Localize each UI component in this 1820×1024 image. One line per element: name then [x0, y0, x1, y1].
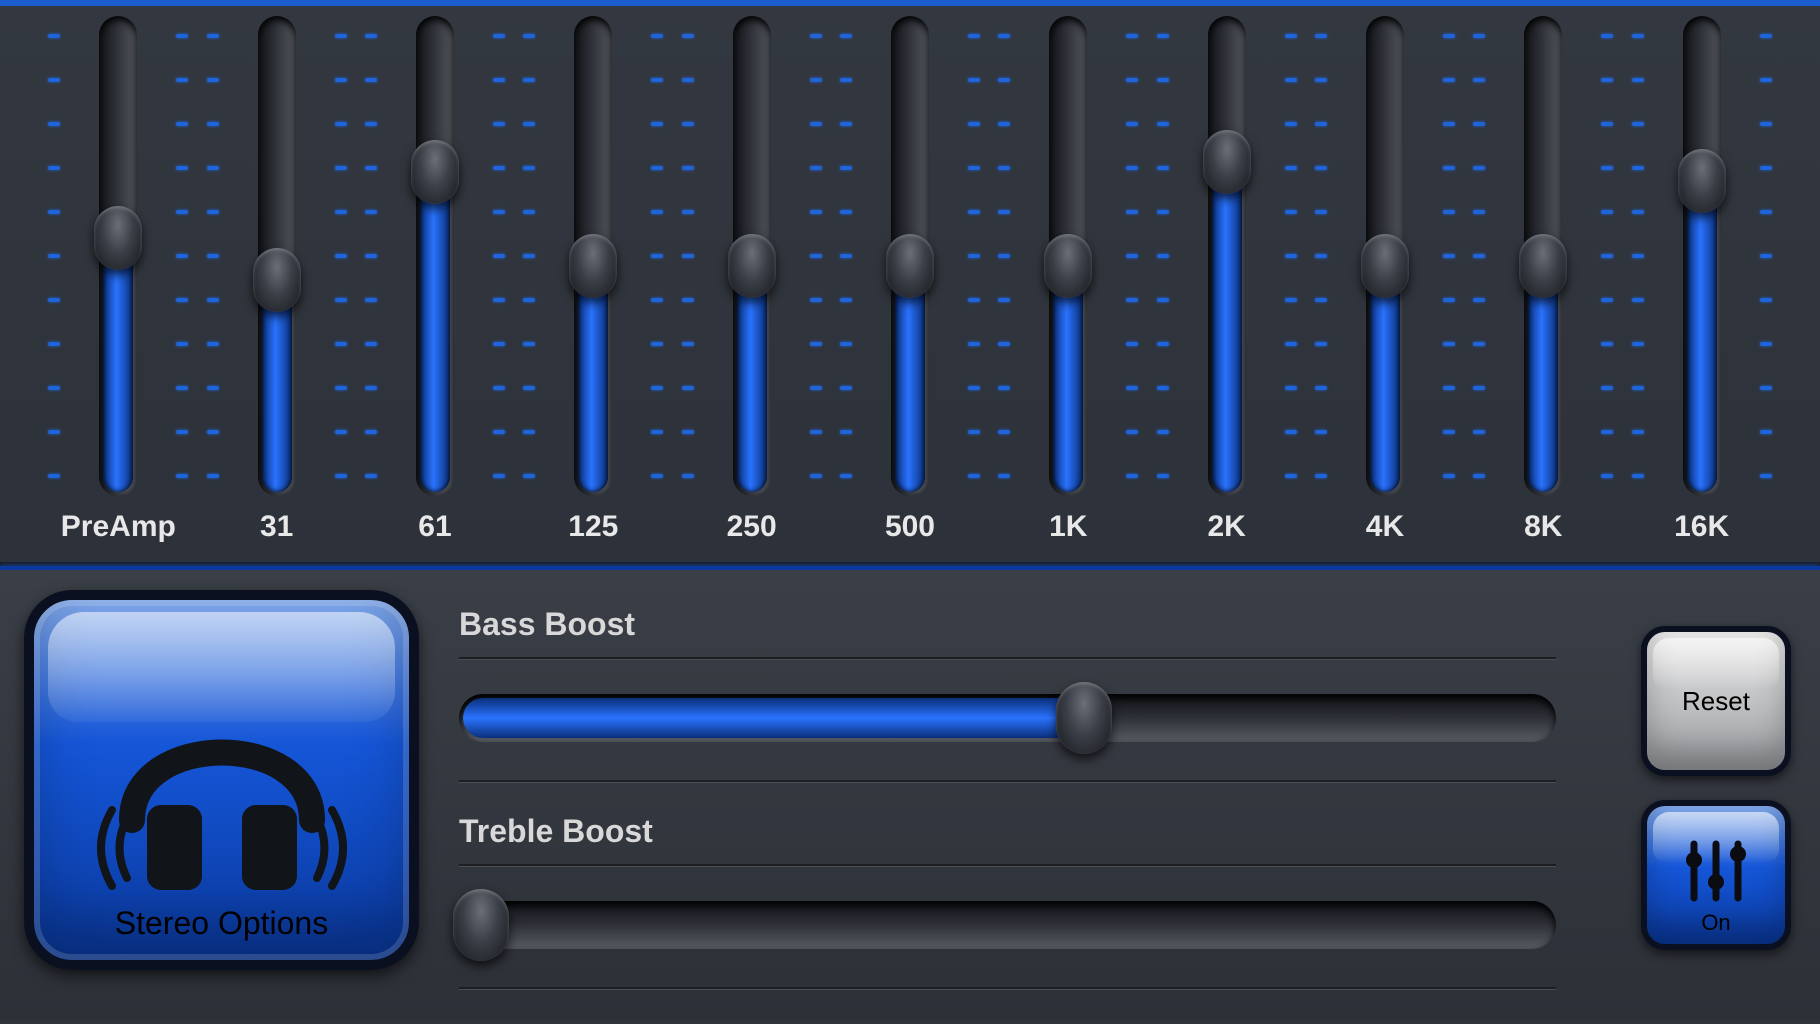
eq-slider-thumb[interactable]	[569, 234, 617, 298]
eq-band-label: 500	[885, 510, 935, 544]
eq-band-2k: 2K	[1157, 16, 1297, 562]
eq-band-8k: 8K	[1473, 16, 1613, 562]
eq-band-label: 8K	[1524, 510, 1562, 544]
gloss-overlay	[1653, 638, 1779, 688]
sliders-icon	[1676, 830, 1756, 910]
treble-boost-slider[interactable]	[459, 901, 1556, 949]
bass-boost-slider[interactable]	[459, 694, 1556, 742]
side-buttons: Reset On	[1636, 590, 1796, 1000]
eq-slider-thumb[interactable]	[1044, 234, 1092, 298]
eq-slider-fill	[1212, 152, 1242, 492]
eq-band-125: 125	[523, 16, 663, 562]
eq-band-16k: 16K	[1632, 16, 1772, 562]
eq-band-label: 250	[727, 510, 777, 544]
eq-slider[interactable]	[258, 16, 296, 496]
eq-slider[interactable]	[891, 16, 929, 496]
stereo-options-label: Stereo Options	[115, 905, 328, 942]
eq-slider[interactable]	[1049, 16, 1087, 496]
eq-band-preamp: PreAmp	[48, 16, 188, 562]
eq-slider-thumb[interactable]	[1519, 234, 1567, 298]
eq-slider[interactable]	[416, 16, 454, 496]
eq-band-label: PreAmp	[61, 510, 176, 544]
equalizer-panel: PreAmp 31 61 125 250 500 1K 2K 4K 8K 16K	[0, 6, 1820, 566]
eq-band-250: 250	[682, 16, 822, 562]
eq-band-label: 16K	[1674, 510, 1729, 544]
boost-controls: Bass Boost Treble Boost	[459, 590, 1596, 1000]
treble-boost-thumb[interactable]	[453, 889, 509, 961]
eq-slider-thumb[interactable]	[253, 248, 301, 312]
eq-band-label: 61	[418, 510, 451, 544]
eq-band-label: 4K	[1366, 510, 1404, 544]
eq-slider[interactable]	[1683, 16, 1721, 496]
eq-band-1k: 1K	[998, 16, 1138, 562]
eq-slider-thumb[interactable]	[94, 206, 142, 270]
divider	[459, 864, 1556, 867]
eq-band-label: 31	[260, 510, 293, 544]
reset-button-label: Reset	[1682, 686, 1750, 717]
eq-slider-thumb[interactable]	[1361, 234, 1409, 298]
divider	[459, 987, 1556, 990]
eq-band-label: 2K	[1207, 510, 1245, 544]
eq-band-label: 125	[568, 510, 618, 544]
eq-slider-thumb[interactable]	[728, 234, 776, 298]
eq-on-button[interactable]: On	[1641, 800, 1791, 950]
divider	[459, 657, 1556, 660]
bass-boost-fill	[463, 698, 1084, 738]
eq-band-4k: 4K	[1315, 16, 1455, 562]
eq-slider[interactable]	[1208, 16, 1246, 496]
eq-slider-thumb[interactable]	[1203, 130, 1251, 194]
eq-slider[interactable]	[1524, 16, 1562, 496]
stereo-options-button[interactable]: Stereo Options	[24, 590, 419, 970]
eq-slider-fill	[420, 162, 450, 492]
eq-slider[interactable]	[99, 16, 137, 496]
eq-band-label: 1K	[1049, 510, 1087, 544]
treble-boost-label: Treble Boost	[459, 813, 1556, 850]
eq-slider-fill	[1687, 171, 1717, 492]
eq-slider[interactable]	[733, 16, 771, 496]
bass-boost-thumb[interactable]	[1056, 682, 1112, 754]
eq-slider-thumb[interactable]	[411, 140, 459, 204]
eq-slider-thumb[interactable]	[1678, 149, 1726, 213]
eq-band-500: 500	[840, 16, 980, 562]
bass-boost-label: Bass Boost	[459, 606, 1556, 643]
lower-panel: Stereo Options Bass Boost Treble Boost R…	[0, 570, 1820, 1020]
divider	[459, 780, 1556, 783]
eq-slider[interactable]	[574, 16, 612, 496]
eq-slider[interactable]	[1366, 16, 1404, 496]
reset-button[interactable]: Reset	[1641, 626, 1791, 776]
eq-band-31: 31	[207, 16, 347, 562]
headphones-icon	[72, 670, 372, 900]
eq-on-label: On	[1701, 910, 1730, 936]
eq-band-61: 61	[365, 16, 505, 562]
eq-slider-thumb[interactable]	[886, 234, 934, 298]
